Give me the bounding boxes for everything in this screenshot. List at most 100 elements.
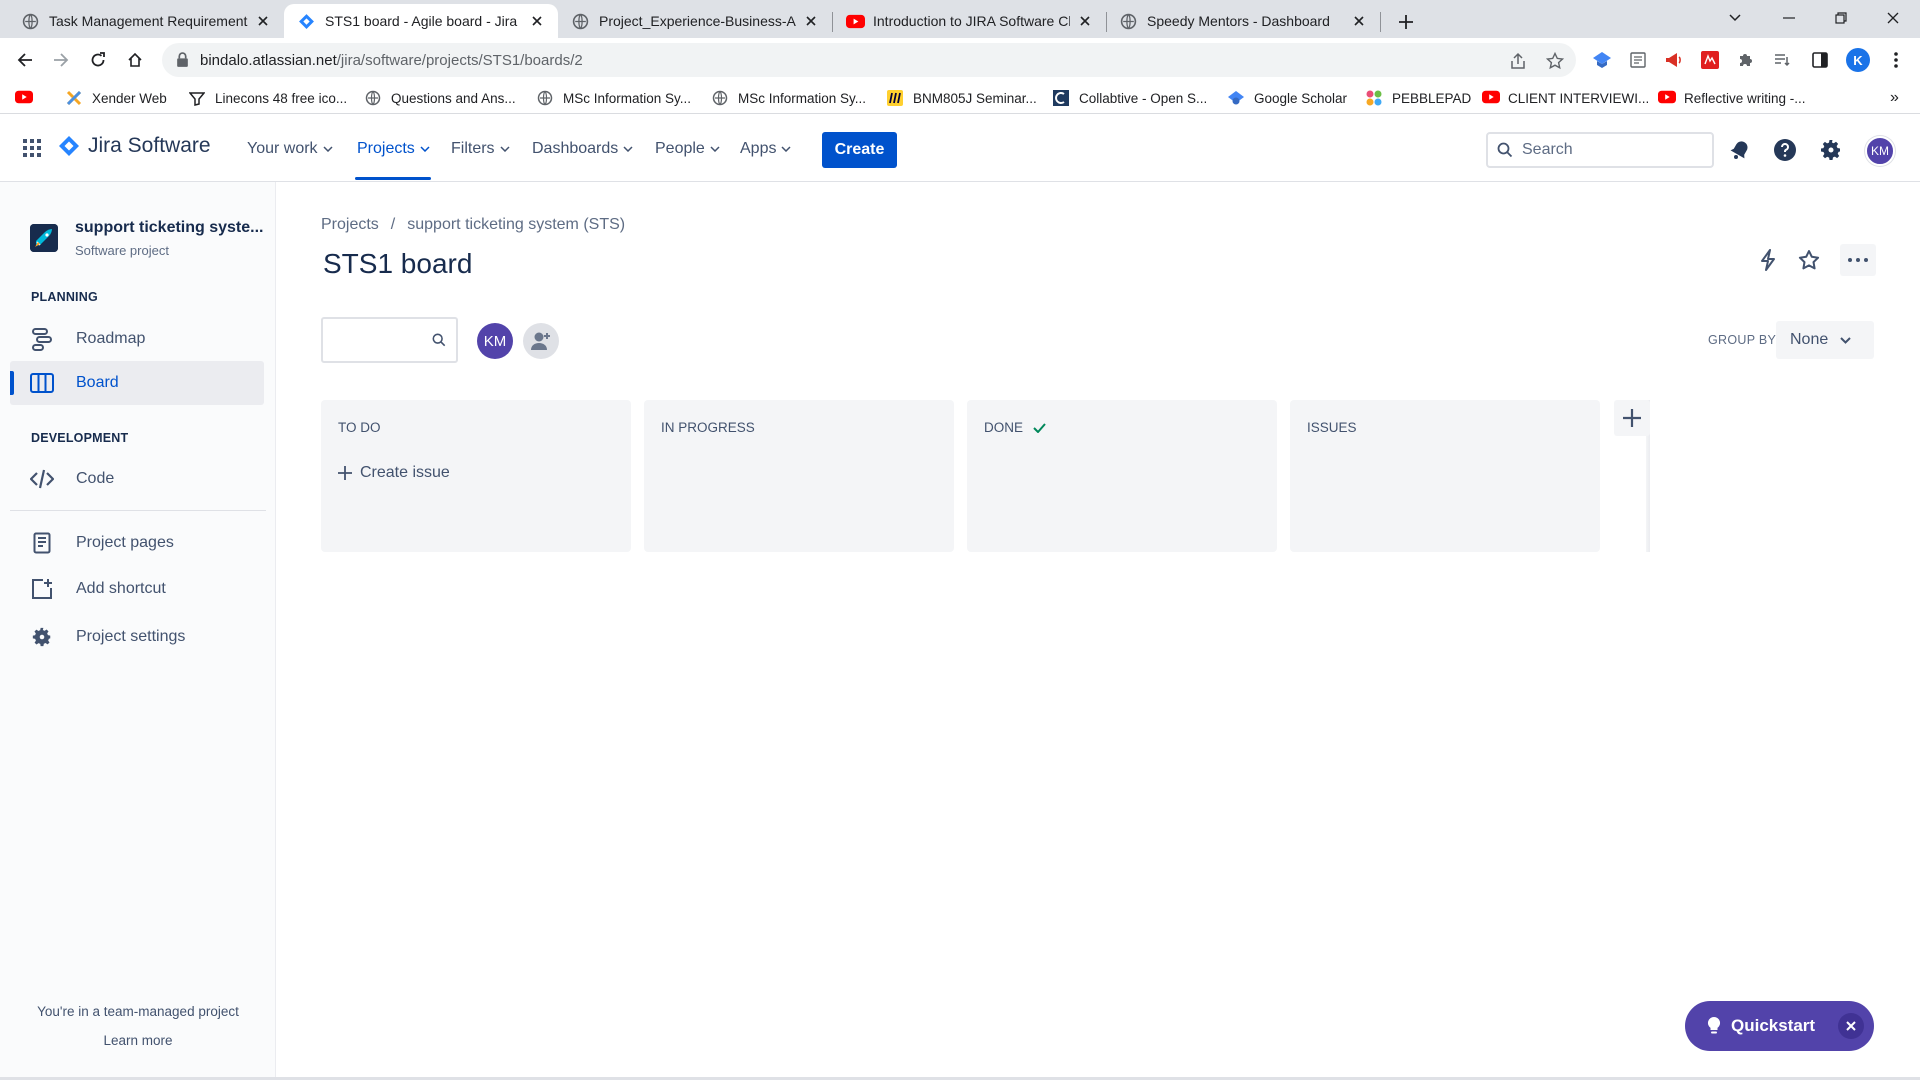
megaphone-extension-icon[interactable] [1662, 48, 1686, 72]
home-button[interactable] [121, 46, 149, 74]
notifications-button[interactable] [1726, 136, 1754, 164]
jira-logo-text: Jira Software [88, 134, 211, 157]
side-panel-icon[interactable] [1808, 48, 1832, 72]
bookmark-item[interactable]: Xender Web [66, 88, 167, 108]
browser-tab-project-experience[interactable]: Project_Experience-Business-Ana [558, 4, 832, 38]
minimize-button[interactable] [1766, 0, 1812, 36]
board-search-input[interactable] [331, 331, 421, 351]
miro-icon [887, 90, 903, 106]
close-icon[interactable] [528, 12, 546, 30]
board-search-box[interactable] [321, 317, 458, 363]
puzzle-extensions-icon[interactable] [1734, 48, 1758, 72]
automation-button[interactable] [1752, 244, 1784, 276]
star-board-button[interactable] [1793, 244, 1825, 276]
column-header[interactable]: IN PROGRESS [661, 420, 755, 435]
chevron-down-icon [623, 146, 633, 152]
browser-profile-avatar[interactable]: K [1846, 48, 1870, 72]
jira-search-input[interactable] [1522, 140, 1702, 160]
bookmark-youtube[interactable] [15, 88, 41, 108]
bookmark-item[interactable]: Questions and Ans... [365, 88, 516, 108]
assignee-filter-avatar[interactable]: KM [477, 323, 513, 359]
globe-icon [365, 90, 381, 106]
add-column-button[interactable] [1614, 400, 1650, 436]
sidebar-item-project-settings[interactable]: Project settings [10, 615, 264, 659]
project-avatar-rocket-icon[interactable] [30, 224, 58, 252]
browser-tab-task-management[interactable]: Task Management Requirement.p [8, 4, 284, 38]
bookmark-item[interactable]: Reflective writing -... [1658, 88, 1806, 108]
bookmarks-overflow-button[interactable]: » [1890, 88, 1899, 108]
breadcrumb-projects[interactable]: Projects [321, 216, 379, 234]
learn-more-link[interactable]: Learn more [0, 1033, 276, 1048]
breadcrumb: Projects / support ticketing system (STS… [321, 216, 625, 234]
jira-search-box[interactable] [1486, 132, 1714, 168]
nav-your-work[interactable]: Your work [247, 136, 333, 162]
sidebar-item-project-pages[interactable]: Project pages [10, 521, 264, 565]
group-by-label: GROUP BY [1708, 333, 1777, 347]
bookmark-item[interactable]: Collabtive - Open S... [1053, 88, 1207, 108]
page-title: STS1 board [323, 248, 473, 279]
help-button[interactable] [1771, 136, 1799, 164]
more-actions-button[interactable] [1840, 244, 1876, 276]
chevron-down-icon [420, 146, 430, 152]
adobe-extension-icon[interactable] [1698, 48, 1722, 72]
sidebar-item-board[interactable]: Board [10, 361, 264, 405]
star-icon[interactable] [1544, 50, 1566, 72]
bookmark-item[interactable]: Google Scholar [1228, 88, 1347, 108]
scholar-extension-icon[interactable] [1590, 48, 1614, 72]
sidebar-item-roadmap[interactable]: Roadmap [10, 317, 264, 361]
jira-logo[interactable]: Jira Software [58, 134, 211, 158]
address-bar[interactable]: bindalo.atlassian.net/jira/software/proj… [162, 43, 1576, 77]
nav-apps[interactable]: Apps [740, 136, 791, 162]
close-icon[interactable] [1838, 1013, 1864, 1039]
quickstart-button[interactable]: Quickstart [1685, 1001, 1874, 1051]
create-issue-button[interactable]: Create issue [338, 464, 450, 482]
nav-people[interactable]: People [655, 136, 720, 162]
reading-list-icon[interactable] [1770, 48, 1794, 72]
bookmark-item[interactable]: PEBBLEPAD [1366, 88, 1471, 108]
back-button[interactable] [11, 46, 39, 74]
app-switcher-icon[interactable] [22, 138, 42, 158]
youtube-icon [1658, 90, 1676, 106]
nav-filters[interactable]: Filters [451, 136, 510, 162]
sidebar-item-code[interactable]: Code [10, 457, 264, 501]
user-avatar[interactable]: KM [1865, 136, 1895, 166]
share-icon[interactable] [1507, 50, 1529, 72]
new-tab-button[interactable] [1392, 8, 1420, 36]
reload-button[interactable] [84, 46, 112, 74]
youtube-icon [1482, 90, 1500, 106]
close-icon[interactable] [802, 12, 820, 30]
add-people-button[interactable] [523, 323, 559, 359]
forward-button[interactable] [47, 46, 75, 74]
breadcrumb-project[interactable]: support ticketing system (STS) [407, 216, 625, 234]
bookmark-item[interactable]: Linecons 48 free ico... [189, 88, 347, 108]
bookmark-item[interactable]: CLIENT INTERVIEWI... [1482, 88, 1649, 108]
restore-button[interactable] [1818, 0, 1864, 36]
sidebar-item-label: Code [76, 470, 115, 487]
reader-extension-icon[interactable] [1626, 48, 1650, 72]
browser-tab-speedy-mentors[interactable]: Speedy Mentors - Dashboard [1106, 4, 1380, 38]
close-icon[interactable] [1076, 12, 1094, 30]
browser-tab-sts1-board[interactable]: STS1 board - Agile board - Jira [284, 4, 558, 38]
project-name[interactable]: support ticketing syste... [75, 219, 265, 237]
quickstart-label: Quickstart [1731, 1016, 1816, 1035]
create-button[interactable]: Create [822, 132, 897, 168]
bookmark-item[interactable]: BNM805J Seminar... [887, 88, 1037, 108]
close-icon[interactable] [254, 12, 272, 30]
bookmark-item[interactable]: MSc Information Sy... [537, 88, 691, 108]
column-header[interactable]: DONE [984, 420, 1046, 435]
settings-button[interactable] [1817, 136, 1845, 164]
column-header[interactable]: TO DO [338, 420, 381, 435]
kebab-menu-icon[interactable] [1884, 48, 1908, 72]
lock-icon[interactable] [176, 52, 189, 68]
browser-tab-intro-jira[interactable]: Introduction to JIRA Software Cl [832, 4, 1106, 38]
sidebar-item-add-shortcut[interactable]: Add shortcut [10, 567, 264, 611]
chevron-down-icon [1729, 14, 1741, 22]
nav-projects[interactable]: Projects [357, 136, 430, 162]
close-icon[interactable] [1350, 12, 1368, 30]
tab-search-button[interactable] [1712, 0, 1758, 36]
column-header[interactable]: ISSUES [1307, 420, 1357, 435]
nav-dashboards[interactable]: Dashboards [532, 136, 633, 162]
bookmark-item[interactable]: MSc Information Sy... [712, 88, 866, 108]
close-window-button[interactable] [1870, 0, 1916, 36]
group-by-select[interactable]: None [1776, 321, 1874, 359]
